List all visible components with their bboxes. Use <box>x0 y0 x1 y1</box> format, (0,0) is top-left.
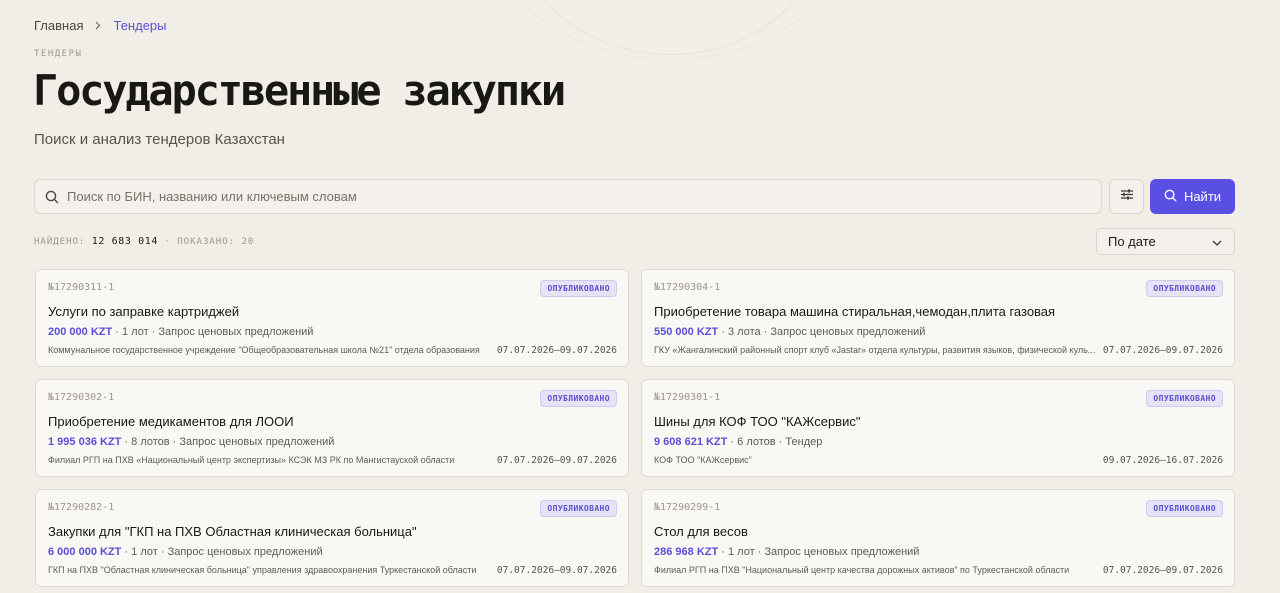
status-badge: ОПУБЛИКОВАНО <box>540 500 617 517</box>
tender-number: №17290304-1 <box>654 282 721 293</box>
page-title: Государственные закупки <box>33 66 566 115</box>
shown-label: ПОКАЗАНО: <box>177 237 236 247</box>
tender-card[interactable]: №17290299-1 ОПУБЛИКОВАНО Стол для весов 286… <box>641 489 1235 587</box>
tender-method: Запрос ценовых предложений <box>179 436 335 448</box>
tender-title[interactable]: Закупки для "ГКП на ПХВ Областная клинич… <box>48 524 417 539</box>
tender-lots: 3 лота <box>727 326 761 338</box>
tender-title[interactable]: Шины для КОФ ТОО "КАЖсервис" <box>654 414 860 429</box>
tender-card[interactable]: №17290282-1 ОПУБЛИКОВАНО Закупки для "ГКП … <box>35 489 629 587</box>
tender-lots: 8 лотов <box>131 436 170 448</box>
tender-meta: 6 000 000 KZT · 1 лот · Запрос ценовых п… <box>48 546 323 558</box>
find-button-label: Найти <box>1183 189 1222 204</box>
tender-organization: Филиал РГП на ПХВ «Национальный центр эк… <box>48 455 455 465</box>
tender-number: №17290302-1 <box>48 392 115 403</box>
tender-organization: Филиал РГП на ПХВ "Национальный центр ка… <box>654 565 1070 575</box>
found-label: НАЙДЕНО: <box>34 237 86 247</box>
tender-meta: 200 000 KZT · 1 лот · Запрос ценовых пре… <box>48 326 313 338</box>
tender-card[interactable]: №17290302-1 ОПУБЛИКОВАНО Приобретение меди… <box>35 379 629 477</box>
search-bar <box>34 179 1102 214</box>
tender-meta: 286 968 KZT · 1 лот · Запрос ценовых пре… <box>654 546 919 558</box>
tender-price: 550 000 KZT <box>654 326 719 338</box>
tender-dates: 07.07.2026–09.07.2026 <box>1102 565 1223 576</box>
filters-button[interactable] <box>1109 179 1144 214</box>
meta-separator: · <box>169 436 180 448</box>
meta-separator: · <box>718 326 728 338</box>
tender-title[interactable]: Приобретение медикаментов для ЛООИ <box>48 414 294 429</box>
meta-separator: · <box>121 546 132 558</box>
tender-organization: Коммунальное государственное учреждение … <box>48 345 480 355</box>
status-badge: ОПУБЛИКОВАНО <box>1146 500 1223 517</box>
meta-separator: · <box>121 436 132 448</box>
sliders-icon <box>1120 188 1134 206</box>
meta-separator: · <box>754 546 765 558</box>
tender-lots: 6 лотов <box>737 436 776 448</box>
tender-dates: 07.07.2026–09.07.2026 <box>1102 345 1223 356</box>
tender-price: 6 000 000 KZT <box>48 546 122 558</box>
status-badge: ОПУБЛИКОВАНО <box>540 280 617 297</box>
tender-lots: 1 лот <box>727 546 755 558</box>
status-badge: ОПУБЛИКОВАНО <box>1146 280 1223 297</box>
shown-count: 20 <box>241 237 255 247</box>
breadcrumb-home-link[interactable]: Главная <box>34 18 83 33</box>
background-decoration <box>520 0 820 55</box>
tender-meta: 1 995 036 KZT · 8 лотов · Запрос ценовых… <box>48 436 334 448</box>
tender-title[interactable]: Приобретение товара машина стиральная,че… <box>654 304 1055 319</box>
tender-card[interactable]: №17290304-1 ОПУБЛИКОВАНО Приобретение това… <box>641 269 1235 367</box>
find-button[interactable]: Найти <box>1150 179 1235 214</box>
meta-separator: · <box>112 326 122 338</box>
tender-price: 1 995 036 KZT <box>48 436 122 448</box>
tender-method: Запрос ценовых предложений <box>158 326 314 338</box>
search-icon <box>1164 189 1177 205</box>
search-icon <box>35 190 67 204</box>
meta-separator: · <box>775 436 786 448</box>
tender-method: Тендер <box>785 436 823 448</box>
tender-price: 200 000 KZT <box>48 326 113 338</box>
tender-dates: 07.07.2026–09.07.2026 <box>496 565 617 576</box>
meta-separator: · <box>760 326 771 338</box>
page-subtitle: Поиск и анализ тендеров Казахстан <box>34 131 285 148</box>
tender-dates: 09.07.2026–16.07.2026 <box>1102 455 1223 466</box>
background-decoration <box>475 0 865 60</box>
tender-lots: 1 лот <box>121 326 149 338</box>
tender-title[interactable]: Услуги по заправке картриджей <box>48 304 239 319</box>
search-input[interactable] <box>67 180 1101 213</box>
tender-number: №17290311-1 <box>48 282 115 293</box>
chevron-down-icon <box>1212 234 1222 249</box>
tender-price: 286 968 KZT <box>654 546 719 558</box>
sort-selected-value: По дате <box>1108 234 1156 249</box>
tender-card[interactable]: №17290301-1 ОПУБЛИКОВАНО Шины для КОФ ТОО … <box>641 379 1235 477</box>
chevron-right-icon <box>83 21 113 30</box>
tender-card[interactable]: №17290311-1 ОПУБЛИКОВАНО Услуги по заправк… <box>35 269 629 367</box>
results-stats: НАЙДЕНО: 12 683 014 · ПОКАЗАНО: 20 <box>34 236 254 247</box>
tender-organization: КОФ ТОО "КАЖсервис" <box>654 455 752 465</box>
tender-method: Запрос ценовых предложений <box>764 546 920 558</box>
found-count: 12 683 014 <box>91 236 158 247</box>
meta-separator: · <box>727 436 738 448</box>
tender-number: №17290299-1 <box>654 502 721 513</box>
tender-organization: ГКП на ПХВ "Областная клиническая больни… <box>48 565 477 575</box>
tender-number: №17290301-1 <box>654 392 721 403</box>
status-badge: ОПУБЛИКОВАНО <box>540 390 617 407</box>
tender-price: 9 608 621 KZT <box>654 436 728 448</box>
meta-separator: · <box>718 546 728 558</box>
tender-method: Запрос ценовых предложений <box>167 546 323 558</box>
tender-title[interactable]: Стол для весов <box>654 524 748 539</box>
meta-separator: · <box>157 546 168 558</box>
page-eyebrow: ТЕНДЕРЫ <box>34 49 83 59</box>
tender-lots: 1 лот <box>131 546 158 558</box>
stats-separator: · <box>164 237 171 247</box>
tender-number: №17290282-1 <box>48 502 115 513</box>
status-badge: ОПУБЛИКОВАНО <box>1146 390 1223 407</box>
tender-meta: 550 000 KZT · 3 лота · Запрос ценовых пр… <box>654 326 925 338</box>
tender-dates: 07.07.2026–09.07.2026 <box>496 455 617 466</box>
tender-dates: 07.07.2026–09.07.2026 <box>496 345 617 356</box>
breadcrumb-current[interactable]: Тендеры <box>113 18 166 33</box>
tender-method: Запрос ценовых предложений <box>770 326 926 338</box>
tender-organization: ГКУ «Жангалинский районный спорт клуб «J… <box>654 345 1098 355</box>
sort-select[interactable]: По дате <box>1096 228 1235 255</box>
breadcrumb: Главная Тендеры <box>34 17 167 33</box>
meta-separator: · <box>148 326 159 338</box>
tender-meta: 9 608 621 KZT · 6 лотов · Тендер <box>654 436 822 448</box>
